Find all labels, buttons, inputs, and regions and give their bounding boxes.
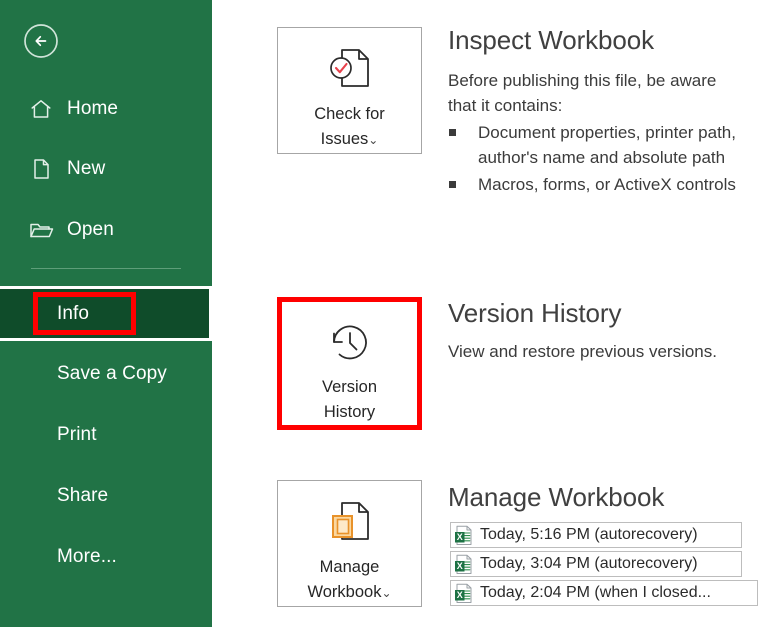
backstage-sidebar: Home New Open Info Save a Copy Print Sha… <box>0 0 212 627</box>
autorecovery-item[interactable]: X Today, 3:04 PM (autorecovery) <box>450 551 742 577</box>
open-folder-icon <box>28 217 54 243</box>
home-icon <box>28 96 54 122</box>
excel-file-icon: X <box>454 554 474 575</box>
check-for-issues-icon <box>321 42 379 96</box>
chevron-down-icon: ⌄ <box>381 586 392 600</box>
chevron-down-icon: ⌄ <box>368 133 379 147</box>
list-item: Macros, forms, or ActiveX controls <box>444 172 754 197</box>
manage-workbook-button[interactable]: Manage Workbook⌄ <box>277 480 422 607</box>
sidebar-item-label: Home <box>67 98 119 119</box>
excel-file-icon: X <box>454 525 474 546</box>
autorecovery-item[interactable]: X Today, 5:16 PM (autorecovery) <box>450 522 742 548</box>
check-for-issues-button[interactable]: Check for Issues⌄ <box>277 27 422 154</box>
back-arrow-icon[interactable] <box>22 22 60 60</box>
sidebar-divider <box>31 268 181 269</box>
svg-text:X: X <box>457 590 463 600</box>
svg-text:X: X <box>457 561 463 571</box>
sidebar-item-more[interactable]: More... <box>0 533 212 581</box>
autorecovery-label: Today, 3:04 PM (autorecovery) <box>480 555 698 572</box>
sidebar-item-new[interactable]: New <box>0 145 212 193</box>
sidebar-item-info[interactable]: Info <box>0 286 212 341</box>
sidebar-item-label: Open <box>67 219 114 240</box>
version-history-button[interactable]: Version History <box>277 297 422 430</box>
backstage-main-pane: Check for Issues⌄ Inspect Workbook Befor… <box>212 0 768 627</box>
sidebar-item-home[interactable]: Home <box>0 85 212 133</box>
version-history-label-line1: Version <box>321 378 378 396</box>
svg-text:X: X <box>457 532 463 542</box>
sidebar-item-print[interactable]: Print <box>0 411 212 459</box>
sidebar-item-label: More... <box>57 546 117 567</box>
inspect-workbook-bullet-list: Document properties, printer path, autho… <box>444 120 754 199</box>
sidebar-item-label: Share <box>57 485 109 506</box>
version-history-label-line2: History <box>323 403 376 421</box>
list-item: Document properties, printer path, autho… <box>444 120 754 170</box>
sidebar-item-label: Save a Copy <box>57 363 167 384</box>
version-history-clock-icon <box>321 316 379 369</box>
manage-workbook-icon <box>321 495 379 549</box>
excel-file-icon: X <box>454 583 474 604</box>
autorecovery-item[interactable]: X Today, 2:04 PM (when I closed... <box>450 580 758 606</box>
manage-workbook-title: Manage Workbook <box>448 482 665 512</box>
version-history-body: View and restore previous versions. <box>448 342 717 361</box>
excel-backstage-info-screen: Home New Open Info Save a Copy Print Sha… <box>0 0 768 627</box>
check-for-issues-label-line1: Check for <box>314 105 385 123</box>
new-document-icon <box>28 156 54 182</box>
manage-workbook-label: Manage Workbook⌄ <box>307 555 391 606</box>
version-history-label: Version History <box>322 375 377 425</box>
inspect-workbook-title: Inspect Workbook <box>448 25 655 55</box>
version-history-title: Version History <box>448 298 622 328</box>
inspect-workbook-body: Before publishing this file, be aware th… <box>448 71 717 115</box>
sidebar-item-share[interactable]: Share <box>0 472 212 520</box>
sidebar-item-save-a-copy[interactable]: Save a Copy <box>0 350 212 398</box>
sidebar-item-open[interactable]: Open <box>0 206 212 254</box>
check-for-issues-label: Check for Issues⌄ <box>314 102 385 153</box>
sidebar-item-label: Info <box>57 302 90 324</box>
check-for-issues-label-line2: Issues <box>320 130 369 148</box>
sidebar-item-label: Print <box>57 424 97 445</box>
manage-workbook-label-line2: Workbook <box>307 583 382 601</box>
autorecovery-label: Today, 2:04 PM (when I closed... <box>480 584 711 601</box>
sidebar-item-label: New <box>67 158 106 179</box>
manage-workbook-label-line1: Manage <box>319 558 380 576</box>
autorecovery-label: Today, 5:16 PM (autorecovery) <box>480 526 698 543</box>
